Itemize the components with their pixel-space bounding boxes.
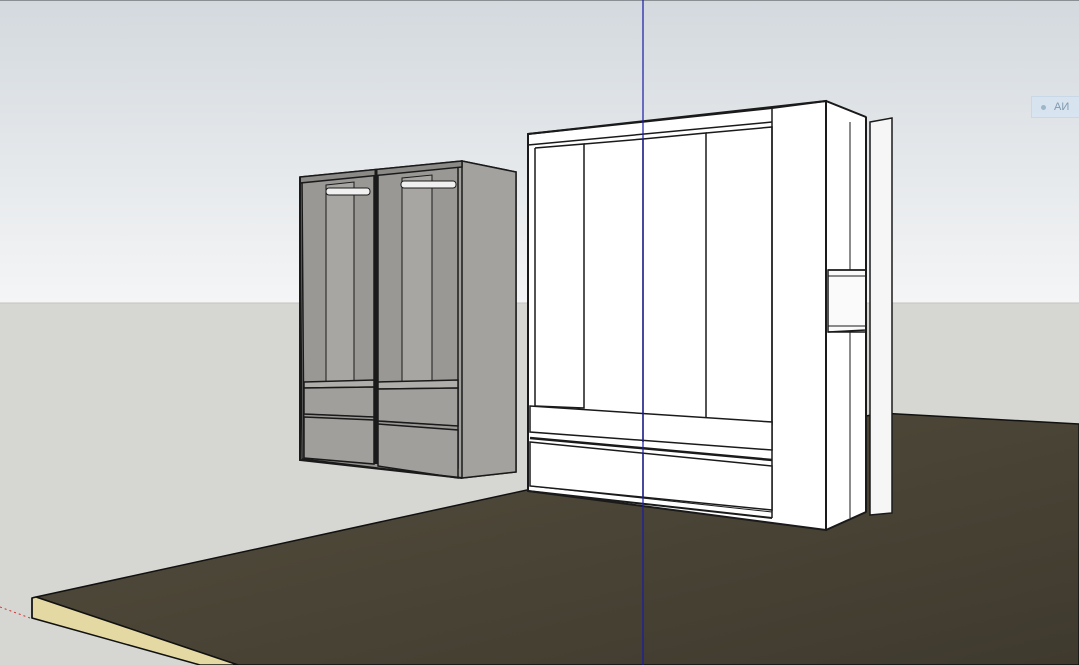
gray-wardrobe xyxy=(299,160,517,479)
hanging-rod-right xyxy=(400,180,457,189)
gray-drawer-1 xyxy=(303,386,375,418)
3d-viewport[interactable]: АИ xyxy=(0,0,1079,665)
scene-canvas[interactable] xyxy=(0,0,1079,665)
gray-drawer-2 xyxy=(303,416,375,465)
gray-wardrobe-side xyxy=(461,160,517,479)
gray-drawer-3 xyxy=(377,387,459,427)
scene-tag-label: АИ xyxy=(1054,101,1070,114)
scene-dot-icon xyxy=(1041,104,1046,110)
white-wardrobe xyxy=(527,99,893,532)
hanging-rod-left xyxy=(325,187,371,196)
scene-tag[interactable]: АИ xyxy=(1031,96,1079,118)
